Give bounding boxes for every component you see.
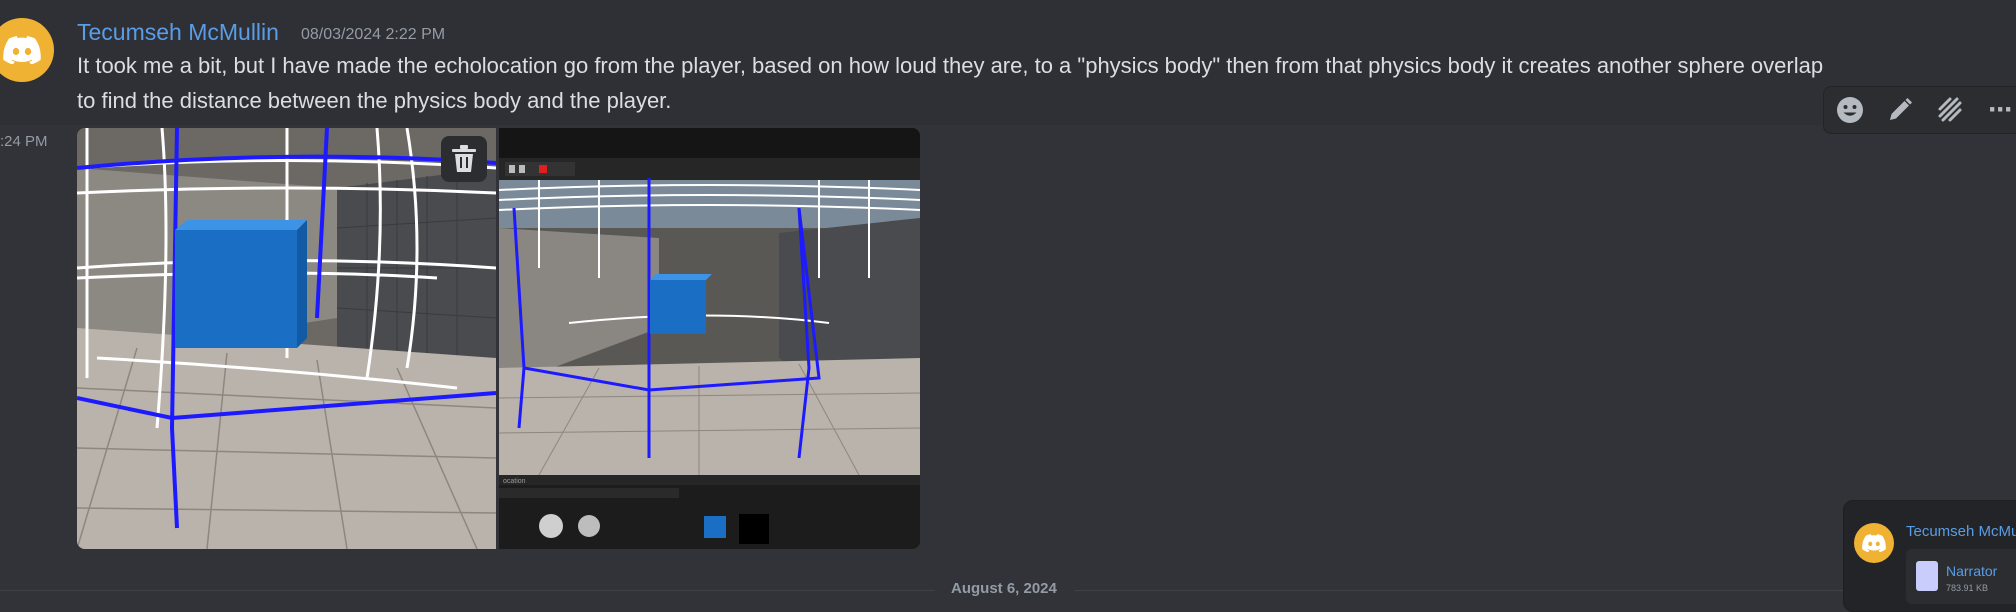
more-options-button[interactable]: ···	[1982, 92, 2016, 128]
edit-button[interactable]	[1882, 92, 1918, 128]
trash-icon	[452, 145, 476, 172]
date-divider-line-right	[1075, 590, 1845, 591]
audio-file-icon	[1916, 561, 1938, 591]
editor-viewport-image: ocation	[499, 128, 920, 549]
popup-file-name[interactable]: Narrator	[1946, 563, 1997, 579]
create-thread-button[interactable]	[1932, 92, 1968, 128]
message-timestamp[interactable]: 08/03/2024 2:22 PM	[301, 26, 445, 44]
popup-author: Tecumseh McMullin	[1906, 523, 2016, 540]
popup-file-size: 783.91 KB	[1946, 583, 1989, 593]
date-divider-label: August 6, 2024	[945, 580, 1063, 597]
echolocation-scene-image	[77, 128, 496, 549]
popup-avatar	[1854, 523, 1894, 563]
next-message-timestamp: :24 PM	[0, 133, 48, 150]
more-icon: ···	[1988, 93, 2014, 126]
pencil-icon	[1890, 98, 1912, 120]
emoji-icon	[1837, 97, 1863, 123]
message-preview-popup[interactable]: Tecumseh McMullin Narrator 783.91 KB	[1843, 500, 2016, 612]
date-divider-line-left	[0, 590, 935, 591]
message-author[interactable]: Tecumseh McMullin	[77, 19, 279, 46]
attachment-image-2[interactable]: ocation	[499, 128, 920, 549]
message-content-line-1: It took me a bit, but I have made the ec…	[77, 53, 1824, 78]
message-toolbar: ···	[1823, 86, 2016, 134]
message-content-line-2: to find the distance between the physics…	[77, 88, 672, 113]
discord-logo-icon	[3, 36, 41, 64]
attachment-image-1[interactable]	[77, 128, 496, 549]
discord-logo-icon	[1862, 534, 1886, 552]
thread-icon	[1938, 97, 1962, 122]
add-reaction-button[interactable]	[1832, 92, 1868, 128]
editor-label: ocation	[503, 478, 526, 485]
delete-attachment-button[interactable]	[441, 136, 487, 182]
